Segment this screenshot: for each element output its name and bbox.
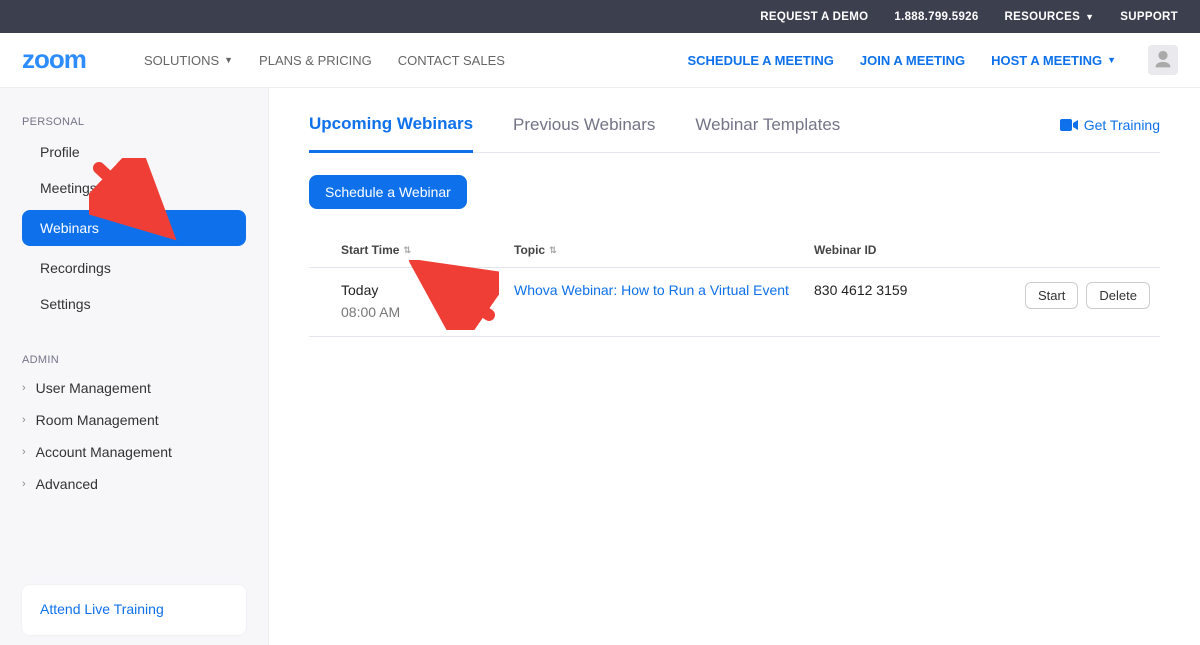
sidebar-item-user-management[interactable]: › User Management [0, 372, 268, 404]
time-label: 08:00 AM [341, 304, 514, 320]
top-utility-bar: REQUEST A DEMO 1.888.799.5926 RESOURCES ▼… [0, 0, 1200, 33]
chevron-right-icon: › [22, 446, 26, 458]
live-training-card: Attend Live Training [22, 585, 246, 635]
sidebar-admin-heading: ADMIN [0, 344, 268, 372]
contact-sales-link[interactable]: CONTACT SALES [398, 53, 505, 68]
main-header: zoom SOLUTIONS ▼ PLANS & PRICING CONTACT … [0, 33, 1200, 88]
sort-icon: ⇅ [403, 245, 411, 256]
tab-previous-webinars[interactable]: Previous Webinars [513, 115, 655, 151]
caret-down-icon: ▼ [224, 55, 233, 65]
zoom-logo[interactable]: zoom [22, 48, 122, 72]
video-camera-icon [1060, 118, 1078, 132]
join-meeting-link[interactable]: JOIN A MEETING [860, 53, 965, 68]
webinar-table: Start Time ⇅ Topic ⇅ Webinar ID Today 08:0… [309, 233, 1160, 337]
col-webinar-id: Webinar ID [814, 243, 994, 257]
sidebar-item-room-management[interactable]: › Room Management [0, 404, 268, 436]
resources-label: RESOURCES [1005, 11, 1081, 23]
col-label: Topic [514, 243, 545, 257]
phone-link[interactable]: 1.888.799.5926 [894, 11, 978, 23]
resources-dropdown[interactable]: RESOURCES ▼ [1005, 11, 1095, 23]
plans-link[interactable]: PLANS & PRICING [259, 53, 372, 68]
chevron-right-icon: › [22, 382, 26, 394]
date-label: Today [341, 282, 514, 298]
attend-live-training-link[interactable]: Attend Live Training [40, 601, 164, 617]
chevron-right-icon: › [22, 414, 26, 426]
get-training-link[interactable]: Get Training [1060, 117, 1160, 149]
start-button[interactable]: Start [1025, 282, 1078, 309]
table-header-row: Start Time ⇅ Topic ⇅ Webinar ID [309, 233, 1160, 268]
schedule-meeting-link[interactable]: SCHEDULE A MEETING [687, 53, 833, 68]
nav-right: SCHEDULE A MEETING JOIN A MEETING HOST A… [687, 45, 1178, 75]
caret-down-icon: ▼ [1107, 55, 1116, 65]
col-topic[interactable]: Topic ⇅ [514, 243, 814, 257]
webinar-topic-link[interactable]: Whova Webinar: How to Run a Virtual Even… [514, 282, 789, 298]
solutions-dropdown[interactable]: SOLUTIONS ▼ [144, 53, 233, 68]
cell-topic: Whova Webinar: How to Run a Virtual Even… [514, 282, 814, 298]
sidebar-item-label: Room Management [36, 412, 159, 428]
sidebar-item-webinars[interactable]: Webinars [22, 210, 246, 246]
cell-start-time: Today 08:00 AM [309, 282, 514, 320]
webinar-tabs: Upcoming Webinars Previous Webinars Webi… [309, 114, 1160, 153]
chevron-right-icon: › [22, 478, 26, 490]
support-link[interactable]: SUPPORT [1120, 11, 1178, 23]
person-icon [1152, 49, 1174, 71]
tab-upcoming-webinars[interactable]: Upcoming Webinars [309, 114, 473, 153]
zoom-logo-icon: zoom [22, 48, 122, 72]
request-demo-link[interactable]: REQUEST A DEMO [760, 11, 868, 23]
schedule-webinar-button[interactable]: Schedule a Webinar [309, 175, 467, 209]
delete-button[interactable]: Delete [1086, 282, 1150, 309]
sidebar-item-recordings[interactable]: Recordings [0, 250, 268, 286]
solutions-label: SOLUTIONS [144, 53, 219, 68]
sidebar-item-account-management[interactable]: › Account Management [0, 436, 268, 468]
user-avatar[interactable] [1148, 45, 1178, 75]
col-label: Start Time [341, 243, 399, 257]
sort-icon: ⇅ [549, 245, 557, 256]
svg-text:zoom: zoom [22, 48, 86, 72]
sidebar-item-label: User Management [36, 380, 151, 396]
sidebar-item-label: Account Management [36, 444, 172, 460]
main-content: Upcoming Webinars Previous Webinars Webi… [269, 88, 1200, 645]
get-training-label: Get Training [1084, 117, 1160, 133]
sidebar-item-profile[interactable]: Profile [0, 134, 268, 170]
sidebar-item-label: Advanced [36, 476, 98, 492]
host-meeting-label: HOST A MEETING [991, 53, 1102, 68]
cell-webinar-id: 830 4612 3159 [814, 282, 994, 298]
host-meeting-dropdown[interactable]: HOST A MEETING ▼ [991, 53, 1116, 68]
sidebar: PERSONAL Profile Meetings Webinars Recor… [0, 88, 269, 645]
sidebar-item-settings[interactable]: Settings [0, 286, 268, 322]
sidebar-personal-heading: PERSONAL [0, 106, 268, 134]
col-start-time[interactable]: Start Time ⇅ [309, 243, 514, 257]
sidebar-item-advanced[interactable]: › Advanced [0, 468, 268, 500]
nav-left: SOLUTIONS ▼ PLANS & PRICING CONTACT SALES [144, 53, 505, 68]
tab-webinar-templates[interactable]: Webinar Templates [695, 115, 840, 151]
caret-down-icon: ▼ [1085, 12, 1094, 22]
table-row: Today 08:00 AM Whova Webinar: How to Run… [309, 268, 1160, 337]
sidebar-item-meetings[interactable]: Meetings [0, 170, 268, 206]
